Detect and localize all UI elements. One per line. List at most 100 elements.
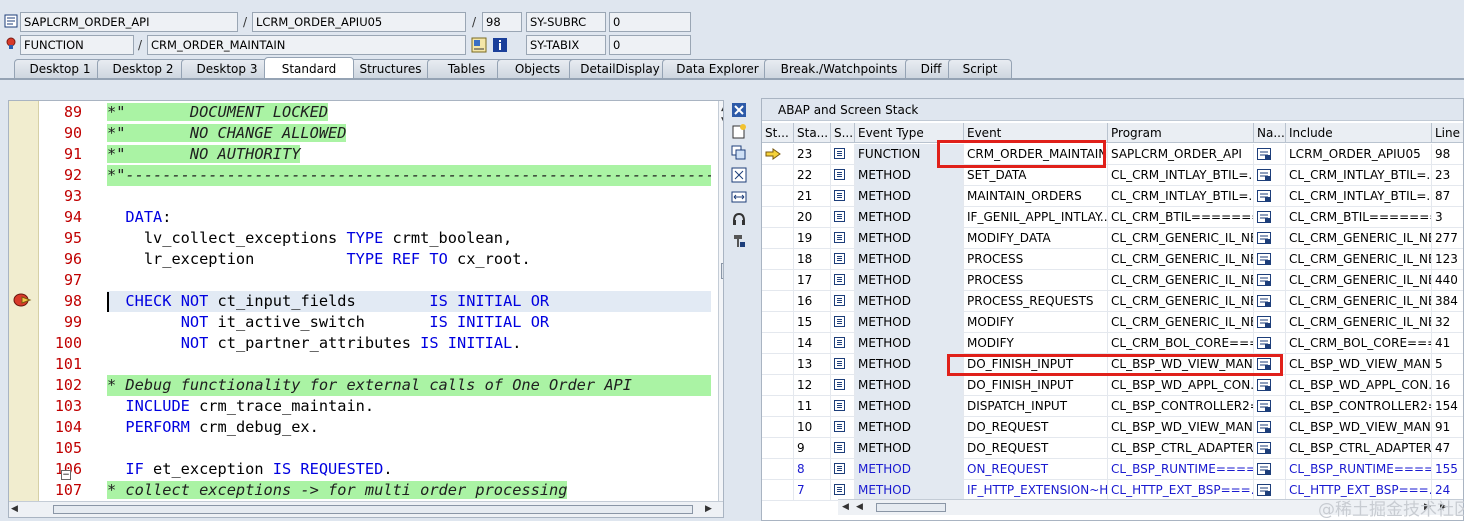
program-cell[interactable]: SAPLCRM_ORDER_API [1108,144,1254,165]
variable-value-field[interactable]: 0 [609,35,691,55]
program-cell[interactable]: CL_CRM_BOL_CORE====... [1108,333,1254,354]
stack-row[interactable]: 9 METHOD DO_REQUEST CL_BSP_CTRL_ADAPTER... C… [762,438,1463,459]
code-line[interactable] [107,354,711,375]
stack-row[interactable]: 23 FUNCTION CRM_ORDER_MAINTAIN SAPLCRM_ORDE… [762,144,1463,165]
code-line[interactable]: *" DOCUMENT LOCKED [107,102,711,123]
event-cell[interactable]: MODIFY_DATA [964,228,1108,249]
column-header-program[interactable]: Program [1108,123,1254,143]
stack-row[interactable]: 22 METHOD SET_DATA CL_CRM_INTLAY_BTIL=... CL… [762,165,1463,186]
code-line[interactable]: CHECK NOT ct_input_fields IS INITIAL OR [107,291,711,312]
fullscreen-icon[interactable] [731,167,747,183]
navigate-cell[interactable] [1254,228,1286,249]
program-cell[interactable]: CL_BSP_CTRL_ADAPTER... [1108,438,1254,459]
source-code-editor[interactable]: 89 90 91 92 93 94 95 96 97 98 99 100 101 102 103 104 105… [8,100,724,518]
copy-icon[interactable] [731,145,747,161]
include-cell[interactable]: CL_CRM_BOL_CORE====... [1286,333,1432,354]
new-icon[interactable] [731,123,747,139]
code-line[interactable]: lr_exception TYPE REF TO cx_root. [107,249,711,270]
code-line[interactable]: *" NO CHANGE ALLOWED [107,123,711,144]
navigate-cell[interactable] [1254,312,1286,333]
event-cell[interactable]: MODIFY [964,333,1108,354]
include-cell[interactable]: LCRM_ORDER_APIU05 [1286,144,1432,165]
event-cell[interactable]: SET_DATA [964,165,1108,186]
resize-icon[interactable] [731,189,747,205]
navigate-icon[interactable] [1257,232,1271,244]
close-icon[interactable] [731,102,747,118]
scroll-thumb[interactable] [876,503,946,512]
navigate-icon[interactable] [1257,274,1271,286]
scroll-right-icon[interactable]: ▶ [705,503,712,515]
stack-row[interactable]: 17 METHOD PROCESS CL_CRM_GENERIC_IL_NE... CL… [762,270,1463,291]
include-cell[interactable]: CL_BSP_CONTROLLER2=... [1286,396,1432,417]
program-field[interactable]: SAPLCRM_ORDER_API [20,12,238,32]
tab-objects[interactable]: Objects [497,59,578,79]
navigate-cell[interactable] [1254,186,1286,207]
navigate-cell[interactable] [1254,396,1286,417]
program-cell[interactable]: CL_BSP_WD_VIEW_MAN... [1108,417,1254,438]
navigate-icon[interactable] [1257,190,1271,202]
include-cell[interactable]: CL_BSP_WD_VIEW_MAN... [1286,417,1432,438]
scroll-thumb[interactable] [721,263,723,279]
code-line[interactable]: IF et_exception IS REQUESTED. [107,459,711,480]
program-cell[interactable]: CL_HTTP_EXT_BSP===... [1108,480,1254,501]
stack-row[interactable]: 19 METHOD MODIFY_DATA CL_CRM_GENERIC_IL_NE.… [762,228,1463,249]
column-header-status[interactable]: St... [762,123,794,143]
display-icon[interactable] [471,37,487,53]
include-cell[interactable]: CL_CRM_GENERIC_IL_NE... [1286,312,1432,333]
program-cell[interactable]: CL_BSP_WD_APPL_CON... [1108,375,1254,396]
program-cell[interactable]: CL_CRM_BTIL========... [1108,207,1254,228]
stack-row[interactable]: 15 METHOD MODIFY CL_CRM_GENERIC_IL_NE... CL_… [762,312,1463,333]
navigate-icon[interactable] [1257,337,1271,349]
program-cell[interactable]: CL_CRM_GENERIC_IL_NE... [1108,312,1254,333]
code-line[interactable]: * Debug functionality for external calls… [107,375,711,396]
event-cell[interactable]: DO_FINISH_INPUT [964,375,1108,396]
navigate-cell[interactable] [1254,291,1286,312]
event-cell[interactable]: IF_GENIL_APPL_INTLAY... [964,207,1108,228]
event-cell[interactable]: PROCESS [964,249,1108,270]
code-line[interactable]: DATA: [107,207,711,228]
program-cell[interactable]: CL_CRM_INTLAY_BTIL=... [1108,165,1254,186]
event-cell[interactable]: DISPATCH_INPUT [964,396,1108,417]
variable-name-field[interactable]: SY-TABIX [526,35,606,55]
include-cell[interactable]: CL_BSP_WD_APPL_CON... [1286,375,1432,396]
scroll-thumb[interactable] [53,505,693,514]
include-cell[interactable]: CL_CRM_GENERIC_IL_NE... [1286,291,1432,312]
include-cell[interactable]: CL_BSP_CTRL_ADAPTER... [1286,438,1432,459]
variable-name-field[interactable]: SY-SUBRC [526,12,606,32]
include-cell[interactable]: CL_CRM_INTLAY_BTIL=... [1286,186,1432,207]
stack-row[interactable]: 11 METHOD DISPATCH_INPUT CL_BSP_CONTROLLER2… [762,396,1463,417]
stack-row[interactable]: 16 METHOD PROCESS_REQUESTS CL_CRM_GENERIC_I… [762,291,1463,312]
stack-row[interactable]: 8 METHOD ON_REQUEST CL_BSP_RUNTIME====... CL… [762,459,1463,480]
stack-row[interactable]: 20 METHOD IF_GENIL_APPL_INTLAY... CL_CRM_BT… [762,207,1463,228]
scroll-up-icon[interactable]: ▲ [721,102,723,114]
navigate-icon[interactable] [1257,169,1271,181]
navigate-icon[interactable] [1257,463,1271,475]
column-header-include[interactable]: Include [1286,123,1432,143]
event-cell[interactable]: PROCESS_REQUESTS [964,291,1108,312]
event-cell[interactable]: DO_REQUEST [964,438,1108,459]
include-cell[interactable]: CL_CRM_BTIL========... [1286,207,1432,228]
navigate-cell[interactable] [1254,417,1286,438]
line-field[interactable]: 98 [482,12,522,32]
column-header-navigate[interactable]: Na... [1254,123,1286,143]
event-cell[interactable]: DO_REQUEST [964,417,1108,438]
code-line[interactable]: INCLUDE crm_trace_maintain. [107,396,711,417]
navigate-cell[interactable] [1254,270,1286,291]
stack-row[interactable]: 18 METHOD PROCESS CL_CRM_GENERIC_IL_NE... CL… [762,249,1463,270]
navigate-icon[interactable] [1257,295,1271,307]
tools-icon[interactable] [731,233,747,249]
navigate-cell[interactable] [1254,459,1286,480]
code-line[interactable] [107,270,711,291]
event-cell[interactable]: PROCESS [964,270,1108,291]
navigate-icon[interactable] [1257,379,1271,391]
code-line[interactable]: PERFORM crm_debug_ex. [107,417,711,438]
horizontal-scrollbar[interactable]: ◀ ▶ [9,501,723,517]
column-header-line[interactable]: Line [1432,123,1463,143]
event-cell[interactable]: MODIFY [964,312,1108,333]
program-cell[interactable]: CL_CRM_GENERIC_IL_NE... [1108,228,1254,249]
include-cell[interactable]: CL_BSP_WD_VIEW_MAN... [1286,354,1432,375]
code-line[interactable]: *" NO AUTHORITY [107,144,711,165]
program-cell[interactable]: CL_CRM_INTLAY_BTIL=... [1108,186,1254,207]
code-line[interactable] [107,186,711,207]
navigate-cell[interactable] [1254,207,1286,228]
